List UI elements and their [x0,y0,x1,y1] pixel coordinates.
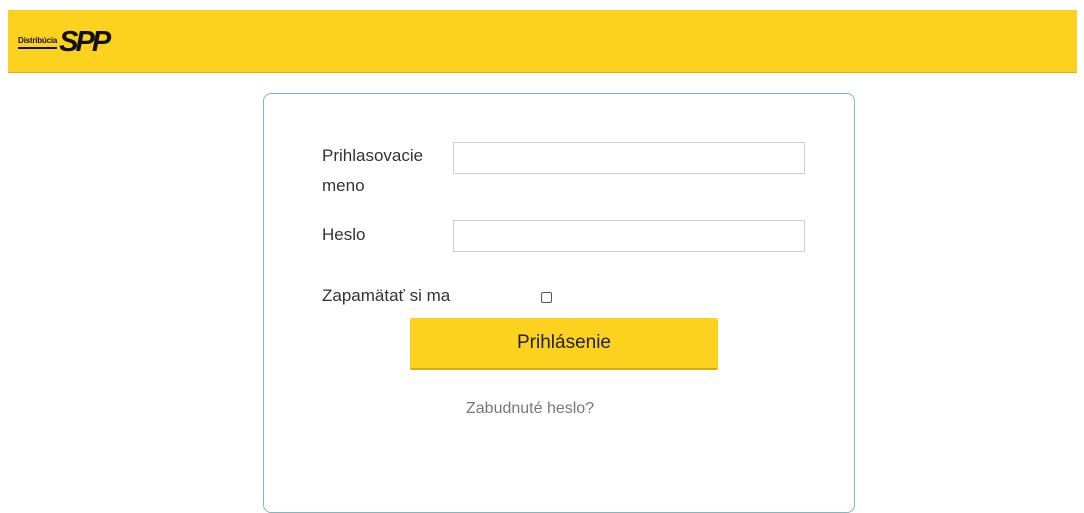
password-input[interactable] [453,220,805,252]
logo-subtitle: Distribúcia [18,36,57,49]
logo-wordmark: SPP [59,25,111,58]
username-input[interactable] [453,142,805,174]
remember-me-checkbox[interactable] [541,292,552,303]
login-button[interactable]: Prihlásenie [410,318,718,368]
spp-logo[interactable]: Distribúcia SPP [18,25,111,59]
password-label: Heslo [322,225,366,244]
header-bar: Distribúcia SPP [8,10,1077,73]
remember-me-label: Zapamätať si ma [322,286,451,305]
username-label-line2: meno [322,176,365,195]
forgot-password-link[interactable]: Zabudnuté heslo? [466,400,594,418]
username-label-line1: Prihlasovacie [322,146,424,165]
